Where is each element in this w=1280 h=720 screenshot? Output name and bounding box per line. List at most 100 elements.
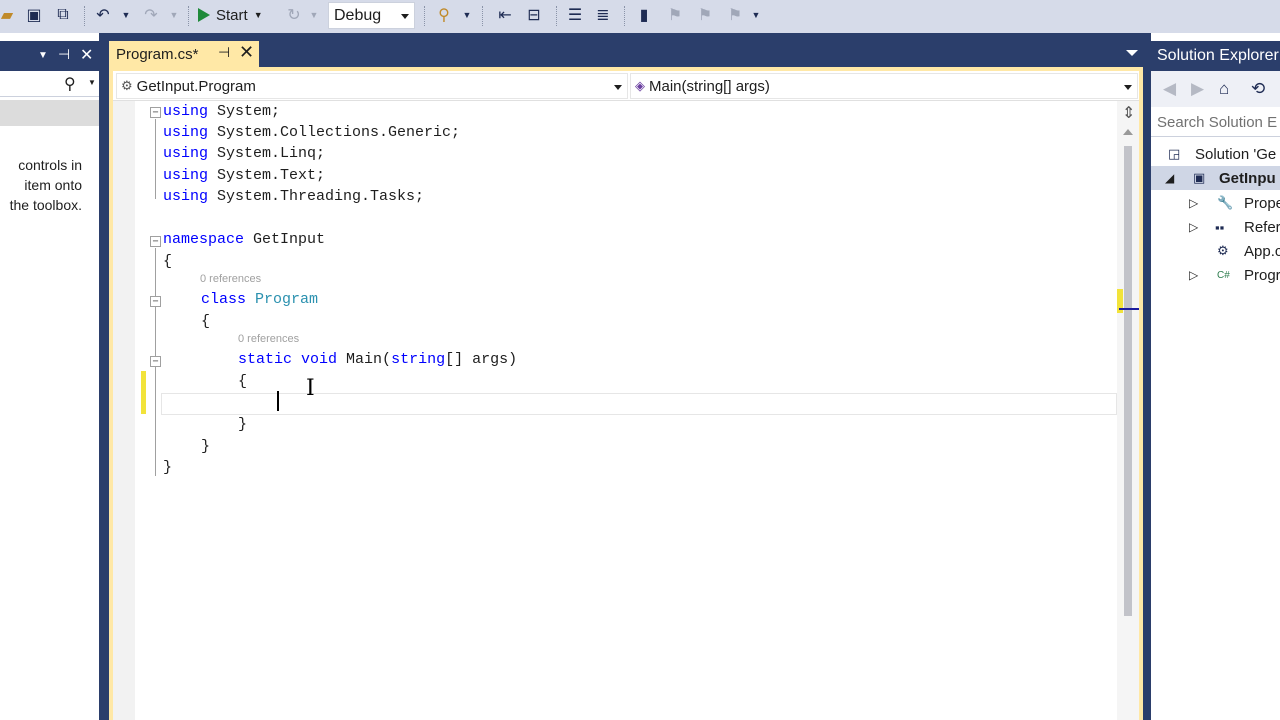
vertical-scrollbar[interactable]: ⇕ <box>1117 101 1139 720</box>
wrench-icon: 🔧 <box>1217 195 1234 210</box>
indicator-margin <box>113 101 135 720</box>
uncomment-icon[interactable]: ≣ <box>592 4 614 26</box>
tree-item-app-config[interactable]: ⚙ App.c <box>1151 239 1280 263</box>
toolbar-separator <box>188 6 189 26</box>
toolbar-overflow-icon[interactable]: ▼ <box>750 4 762 26</box>
search-icon[interactable]: ⚲ <box>64 74 76 94</box>
solution-explorer-toolbar: ◀ ▶ ⌂ ⟲ <box>1151 71 1280 107</box>
solution-explorer-panel: Solution Explorer ◀ ▶ ⌂ ⟲ Search Solutio… <box>1151 33 1280 720</box>
find-dropdown-icon[interactable]: ▼ <box>460 4 474 26</box>
csharp-file-icon: C# <box>1217 269 1230 281</box>
collapse-usings-icon[interactable]: − <box>150 107 161 118</box>
scroll-up-icon[interactable] <box>1123 129 1133 135</box>
collapse-class-icon[interactable]: − <box>150 296 161 307</box>
code-text-area[interactable]: − − − − using System; using System.Colle… <box>113 101 1117 720</box>
text-caret <box>277 391 279 411</box>
find-in-files-icon[interactable]: ⚲ <box>432 4 456 26</box>
tab-program-cs[interactable]: Program.cs* ⊣ ✕ <box>109 41 259 67</box>
outline-guide <box>155 119 156 199</box>
save-all-icon[interactable]: ⧉ <box>52 4 74 26</box>
prev-bookmark-icon: ⚑ <box>667 7 683 24</box>
tree-item-project[interactable]: ◢ ▣ GetInpu <box>1151 166 1280 190</box>
code-line: class Program <box>201 291 319 308</box>
start-label: Start <box>216 6 248 24</box>
scrollbar-caret-position <box>1119 308 1139 310</box>
toolbar-separator <box>424 6 425 26</box>
member-navigation-value: Main(string[] args) <box>649 77 770 95</box>
bookmark-icon[interactable]: ▮ <box>634 4 654 26</box>
code-line: static void Main(string[] args) <box>238 351 518 368</box>
redo-icon: ↷ <box>144 7 158 24</box>
start-debug-button[interactable]: Start ▼ <box>198 3 263 27</box>
collapse-method-icon[interactable]: − <box>150 356 161 367</box>
collapsed-arrow-icon[interactable]: ▷ <box>1189 196 1198 210</box>
tab-overflow-icon[interactable] <box>1126 50 1138 56</box>
toolbox-panel: ▼ ⊣ ✕ ⚲ ▼ controls in item onto the tool… <box>0 33 104 720</box>
csharp-project-icon: ▣ <box>1193 170 1206 185</box>
ibeam-cursor-icon: I <box>306 376 315 401</box>
scrollbar-track[interactable] <box>1124 146 1132 616</box>
save-icon[interactable]: ▣ <box>24 4 44 26</box>
navigation-bar: ⚙ GetInput.Program ◈ Main(string[] args) <box>113 71 1139 101</box>
refresh-dropdown-icon: ▼ <box>309 10 319 20</box>
chevron-down-icon[interactable]: ▼ <box>38 50 48 61</box>
member-navigation-select[interactable]: ◈ Main(string[] args) <box>630 73 1138 99</box>
collapse-namespace-icon[interactable]: − <box>150 236 161 247</box>
expanded-arrow-icon[interactable]: ◢ <box>1165 171 1174 185</box>
unsaved-change-marker <box>141 371 146 414</box>
sync-icon[interactable]: ⟲ <box>1251 79 1265 99</box>
solution-explorer-search[interactable]: Search Solution E <box>1151 107 1280 137</box>
class-icon: ⚙ <box>121 78 133 93</box>
chevron-down-icon <box>614 85 622 90</box>
solution-icon: ◲ <box>1168 146 1181 161</box>
home-icon[interactable]: ⌂ <box>1219 79 1229 99</box>
play-icon <box>198 8 210 22</box>
tree-item-properties[interactable]: ▷ 🔧 Prope <box>1151 191 1280 215</box>
solution-configuration-select[interactable]: Debug <box>328 2 415 29</box>
chevron-down-icon[interactable]: ▼ <box>254 10 263 20</box>
pin-icon[interactable]: ⊣ <box>58 46 70 63</box>
split-window-icon[interactable]: ⇕ <box>1122 103 1135 123</box>
open-folder-icon[interactable]: ▰ <box>0 4 14 26</box>
comment-icon[interactable]: ☰ <box>564 4 586 26</box>
step-icon[interactable]: ⇤ <box>494 4 516 26</box>
chevron-down-icon <box>401 14 409 19</box>
tree-item-solution[interactable]: ◲ Solution 'Ge <box>1151 142 1280 166</box>
tree-item-references[interactable]: ▷ ▪▪ Refer <box>1151 215 1280 239</box>
pin-icon[interactable]: ⊣ <box>218 44 230 61</box>
undo-icon[interactable]: ↶ <box>92 4 114 26</box>
configuration-value: Debug <box>334 6 382 24</box>
code-line: using System.Threading.Tasks; <box>163 188 425 205</box>
code-line: using System.Text; <box>163 167 326 184</box>
toolbox-group-bar <box>0 100 99 126</box>
tree-item-program-cs[interactable]: ▷ C# Progr <box>1151 263 1280 287</box>
layout-icon[interactable]: ⊟ <box>522 4 546 26</box>
code-line: } <box>238 416 248 433</box>
code-line: { <box>163 253 173 270</box>
forward-icon: ▶ <box>1191 79 1205 98</box>
collapsed-arrow-icon[interactable]: ▷ <box>1189 268 1198 282</box>
type-navigation-value: GetInput.Program <box>136 77 256 95</box>
search-dropdown-icon[interactable]: ▼ <box>88 78 96 87</box>
redo-dropdown-icon: ▼ <box>169 10 179 20</box>
code-editor: ⚙ GetInput.Program ◈ Main(string[] args)… <box>109 67 1143 720</box>
method-icon: ◈ <box>635 78 645 93</box>
code-line: using System.Collections.Generic; <box>163 124 461 141</box>
main-toolbar: ▰ ▣ ⧉ ↶ ▼ ↷ ▼ Start ▼ ↻ ▼ Debug ⚲ ▼ ⇤ ⊟ … <box>0 0 1280 33</box>
chevron-down-icon <box>1124 85 1132 90</box>
code-line: } <box>201 438 211 455</box>
close-icon[interactable]: ✕ <box>80 45 93 65</box>
code-line: { <box>238 373 248 390</box>
toolbox-search-box[interactable]: ⚲ ▼ <box>0 71 99 97</box>
undo-dropdown-icon[interactable]: ▼ <box>120 4 132 26</box>
code-line: namespace GetInput <box>163 231 326 248</box>
toolbar-separator <box>482 6 483 26</box>
back-icon: ◀ <box>1163 79 1177 98</box>
code-line: using System.Linq; <box>163 145 326 162</box>
collapsed-arrow-icon[interactable]: ▷ <box>1189 220 1198 234</box>
codelens-references[interactable]: 0 references <box>200 273 261 285</box>
type-navigation-select[interactable]: ⚙ GetInput.Program <box>116 73 628 99</box>
refresh-icon: ↻ <box>287 7 301 24</box>
codelens-references[interactable]: 0 references <box>238 333 299 345</box>
close-icon[interactable]: ✕ <box>239 42 254 63</box>
